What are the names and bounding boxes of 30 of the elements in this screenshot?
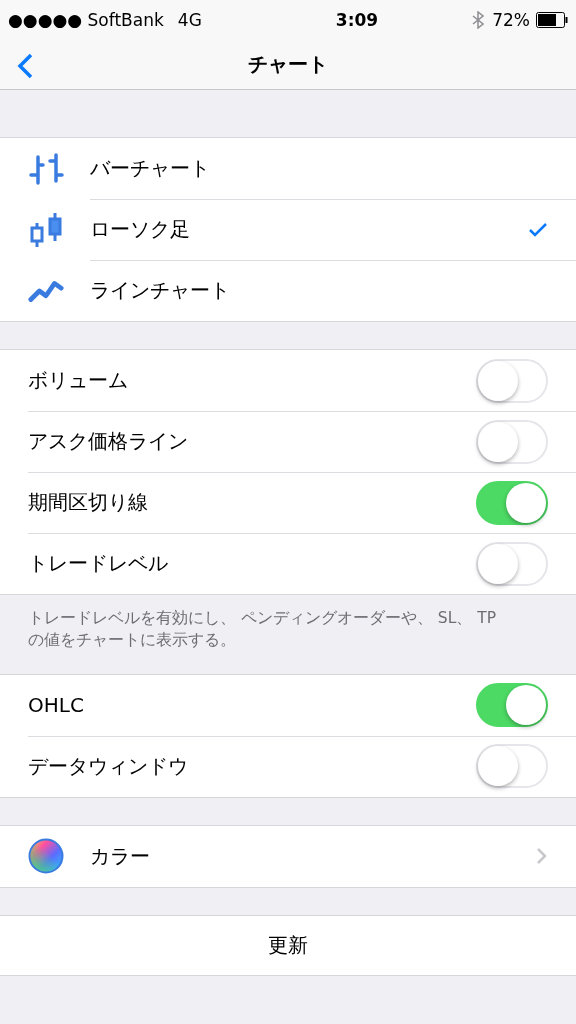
page-title: チャート (248, 51, 328, 78)
color-wheel-icon (28, 838, 64, 875)
back-icon[interactable] (16, 53, 34, 79)
update-button[interactable]: 更新 (0, 914, 576, 976)
setting-note: トレードレベルを有効にし、 ペンディングオーダーや、 SL、 TP の値をチャートに表示する。 (27, 608, 498, 652)
chart-type-item[interactable]: バーチャート (0, 138, 576, 199)
setting-label: OHLC (28, 693, 85, 718)
chart-type-label: バーチャート (90, 155, 211, 182)
bar-chart-icon (28, 152, 64, 185)
chart-type-label: ラインチャート (90, 277, 231, 304)
carrier-name: ●●●●● SoftBank (8, 10, 164, 30)
setting-label: データウィンドウ (28, 752, 189, 780)
color-item[interactable]: カラー (0, 825, 576, 887)
chart-type-label: ローソク足 (90, 216, 191, 243)
bluetooth-icon (472, 11, 485, 29)
chevron-right-icon (536, 847, 548, 866)
network-type: 4G (177, 10, 202, 30)
toggle-switch[interactable] (476, 480, 548, 525)
setting-label: トレードレベル (28, 550, 169, 577)
setting-label: アスク価格ライン (28, 428, 189, 455)
battery-percent: 72% (492, 10, 530, 30)
battery-icon (536, 12, 568, 28)
setting-label: ボリューム (28, 367, 129, 394)
chart-type-item[interactable]: ラインチャート (0, 260, 576, 321)
chart-type-item[interactable]: ローソク足 (0, 199, 576, 260)
setting-label: 期間区切り線 (28, 489, 149, 516)
clock-time: 3:09 (334, 10, 379, 30)
toggle-switch[interactable] (476, 683, 548, 728)
color-label: カラー (90, 842, 151, 870)
candlestick-icon (28, 210, 64, 249)
